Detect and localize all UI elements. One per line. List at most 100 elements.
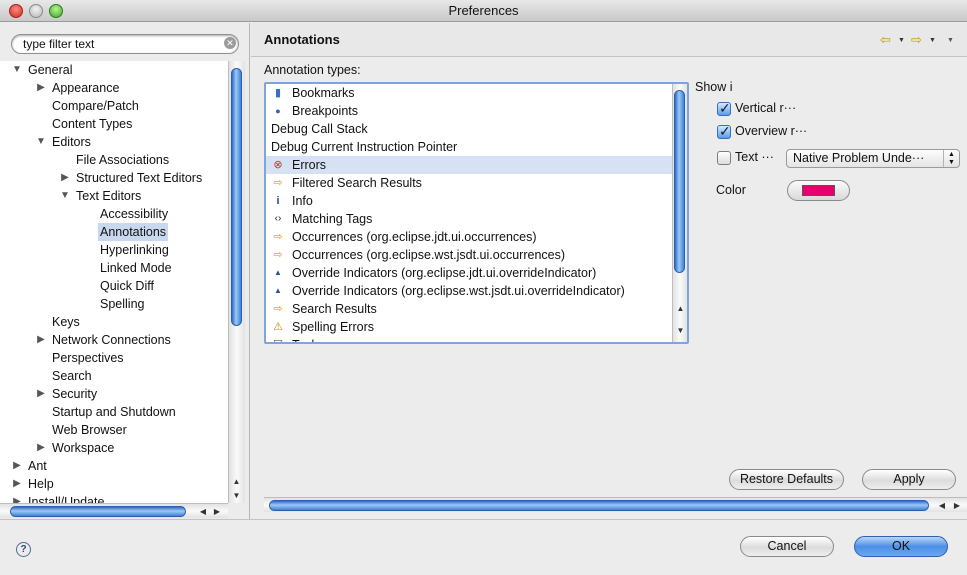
annotation-type-label: Search Results xyxy=(292,302,377,316)
expanded-twisty-icon[interactable]: ▼ xyxy=(59,187,71,205)
annotation-type-item[interactable]: ⚠ Spelling Errors xyxy=(266,318,672,336)
annotation-types-list: ▮ Bookmarks ● Breakpoints Debug Call Stack De… xyxy=(264,82,689,344)
tree-item-label: Search xyxy=(52,369,92,383)
color-picker-button[interactable] xyxy=(787,180,850,201)
annotation-type-item[interactable]: Debug Current Instruction Pointer xyxy=(266,138,672,156)
tree-scroll-down-arrow-icon[interactable]: ▼ xyxy=(229,489,244,503)
expanded-twisty-icon[interactable]: ▼ xyxy=(11,61,23,79)
tree-scroll-up-arrow-icon[interactable]: ▲ xyxy=(229,475,244,489)
preference-navigation-pane: type filter text ✕ ▼ General ▶ Appearance Co… xyxy=(0,23,250,519)
color-label: Color xyxy=(716,183,746,197)
annotation-type-item[interactable]: ● Breakpoints xyxy=(266,102,672,120)
annotation-type-label: Override Indicators (org.eclipse.wst.jsd… xyxy=(292,284,625,298)
clear-filter-icon[interactable]: ✕ xyxy=(224,37,236,49)
annotation-type-item[interactable]: ☑ Tasks xyxy=(266,336,672,342)
annotation-type-label: Info xyxy=(292,194,313,208)
list-scroll-down-arrow-icon[interactable]: ▼ xyxy=(673,324,688,338)
page-horizontal-scrollbar[interactable]: ◀ ▶ xyxy=(264,497,967,512)
collapsed-twisty-icon[interactable]: ▶ xyxy=(35,331,47,349)
window-title: Preferences xyxy=(448,3,519,18)
annotation-type-item[interactable]: ▮ Bookmarks xyxy=(266,84,672,102)
tree-scroll-right-arrow-icon[interactable]: ▶ xyxy=(210,504,224,519)
minimize-window-button[interactable] xyxy=(29,4,43,18)
bookmark-icon: ▮ xyxy=(274,87,282,99)
tree-item-label: Compare/Patch xyxy=(52,99,139,113)
list-scroll-up-arrow-icon[interactable]: ▲ xyxy=(673,302,688,316)
collapsed-twisty-icon[interactable]: ▶ xyxy=(11,493,23,503)
apply-button[interactable]: Apply xyxy=(862,469,956,490)
tree-vertical-scroll-thumb[interactable] xyxy=(231,68,242,326)
collapsed-twisty-icon[interactable]: ▶ xyxy=(35,385,47,403)
vertical-ruler-checkbox[interactable] xyxy=(717,100,731,117)
annotation-type-label: Override Indicators (org.eclipse.jdt.ui.… xyxy=(292,266,597,280)
tree-vertical-scrollbar[interactable]: ▲ ▼ xyxy=(228,61,245,503)
color-swatch xyxy=(802,185,835,196)
annotation-type-label: Tasks xyxy=(292,336,324,342)
zoom-window-button[interactable] xyxy=(49,4,63,18)
tree-item-label: Appearance xyxy=(52,81,120,95)
tree-scroll-left-arrow-icon[interactable]: ◀ xyxy=(196,504,210,519)
tree-item-label: Security xyxy=(52,387,98,401)
annotation-type-item[interactable]: ▲ Override Indicators (org.eclipse.wst.js… xyxy=(266,282,672,300)
override-icon: ▲ xyxy=(274,286,282,295)
page-scroll-right-arrow-icon[interactable]: ▶ xyxy=(950,498,964,513)
expanded-twisty-icon[interactable]: ▼ xyxy=(35,133,47,151)
forward-menu-chevron-down-icon[interactable]: ▼ xyxy=(929,37,936,44)
annotation-type-item[interactable]: ▲ Override Indicators (org.eclipse.jdt.ui… xyxy=(266,264,672,282)
overview-ruler-label: Overview r··· xyxy=(735,124,808,138)
annotation-type-item[interactable]: ⇨ Occurrences (org.eclipse.wst.jsdt.ui.oc… xyxy=(266,246,672,264)
text-checkbox[interactable] xyxy=(717,151,731,165)
page-title: Annotations xyxy=(264,32,340,47)
annotation-type-label: Matching Tags xyxy=(292,212,373,226)
collapsed-twisty-icon[interactable]: ▶ xyxy=(11,457,23,475)
arrow-icon: ⇨ xyxy=(273,303,283,315)
annotation-type-label: Debug Call Stack xyxy=(271,122,368,136)
forward-arrow-icon[interactable]: ⇨ xyxy=(911,32,922,48)
list-vertical-scrollbar[interactable]: ▲ ▼ xyxy=(672,84,687,342)
back-menu-chevron-down-icon[interactable]: ▼ xyxy=(898,37,905,44)
page-scroll-left-arrow-icon[interactable]: ◀ xyxy=(935,498,949,513)
override-icon: ▲ xyxy=(274,268,282,277)
annotation-type-item[interactable]: i Info xyxy=(266,192,672,210)
arrow-icon: ⇨ xyxy=(273,177,283,189)
collapsed-twisty-icon[interactable]: ▶ xyxy=(59,169,71,187)
view-menu-chevron-down-icon[interactable]: ▼ xyxy=(947,37,954,44)
tree-item-label: Text Editors xyxy=(76,189,142,203)
collapsed-twisty-icon[interactable]: ▶ xyxy=(35,79,47,97)
annotation-type-label: Debug Current Instruction Pointer xyxy=(271,140,458,154)
tree-item-label: File Associations xyxy=(76,153,170,167)
page-horizontal-scroll-thumb[interactable] xyxy=(269,500,929,511)
filter-input[interactable]: type filter text xyxy=(11,34,239,54)
tree-item-label: Spelling xyxy=(100,297,145,311)
ok-button[interactable]: OK xyxy=(854,536,948,557)
help-icon[interactable]: ? xyxy=(16,542,31,557)
annotation-type-item[interactable]: ‹› Matching Tags xyxy=(266,210,672,228)
annotation-type-label: Breakpoints xyxy=(292,104,359,118)
cancel-button[interactable]: Cancel xyxy=(740,536,834,557)
overview-ruler-checkbox[interactable] xyxy=(717,123,731,140)
annotation-type-item[interactable]: ⊗ Errors xyxy=(266,156,672,174)
collapsed-twisty-icon[interactable]: ▶ xyxy=(11,475,23,493)
tree-horizontal-scroll-thumb[interactable] xyxy=(10,506,186,517)
error-icon: ⊗ xyxy=(273,159,283,171)
tree-horizontal-scrollbar[interactable]: ◀ ▶ xyxy=(0,503,228,518)
text-style-select[interactable]: Native Problem Unde··· ▲ ▼ xyxy=(786,149,960,168)
annotation-type-label: Filtered Search Results xyxy=(292,176,422,190)
annotation-type-label: Spelling Errors xyxy=(292,320,374,334)
tree-item-label: Accessibility xyxy=(100,207,169,221)
close-window-button[interactable] xyxy=(9,4,23,18)
annotation-type-item[interactable]: ⇨ Filtered Search Results xyxy=(266,174,672,192)
list-vertical-scroll-thumb[interactable] xyxy=(674,90,685,273)
annotation-type-item[interactable]: ⇨ Occurrences (org.eclipse.jdt.ui.occurre… xyxy=(266,228,672,246)
tree-item-label: Editors xyxy=(52,135,91,149)
back-arrow-icon[interactable]: ⇦ xyxy=(880,32,891,48)
title-bar: Preferences xyxy=(0,0,967,22)
tree-item-label: Content Types xyxy=(52,117,133,131)
annotation-type-item[interactable]: ⇨ Search Results xyxy=(266,300,672,318)
restore-defaults-button[interactable]: Restore Defaults xyxy=(729,469,844,490)
text-style-value: Native Problem Unde··· xyxy=(793,151,925,165)
collapsed-twisty-icon[interactable]: ▶ xyxy=(35,439,47,457)
annotation-type-item[interactable]: Debug Call Stack xyxy=(266,120,672,138)
tree-item-label: Structured Text Editors xyxy=(76,171,203,185)
tree-item-label: Linked Mode xyxy=(100,261,172,275)
